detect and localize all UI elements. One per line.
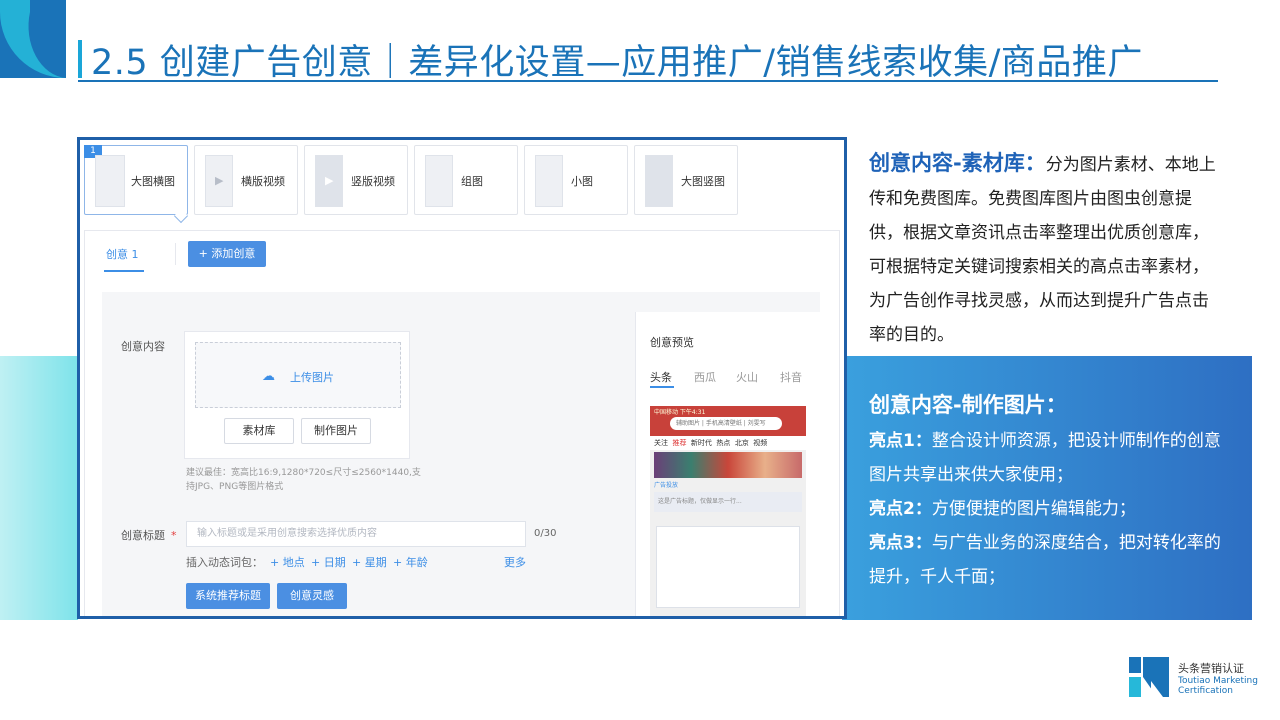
format-card-horizontal-video[interactable]: ▶ 横版视频 [194,145,298,215]
upload-image-link[interactable]: 上传图片 [290,369,334,385]
toutiao-logo-icon [1129,657,1169,697]
format-label: 竖版视频 [351,175,395,188]
video-thumb-icon: ▶ [205,155,233,207]
upload-dropzone[interactable]: ☁ 上传图片 [195,342,401,408]
creative-preview-panel: 创意预览 头条 西瓜 火山 抖音 中国移动 下午4:31 辅助图片 | 手机高清… [635,312,820,616]
dynamic-word-date[interactable]: + 日期 [311,554,346,570]
format-card-small-image[interactable]: 小图 [524,145,628,215]
creative-content-label: 创意内容 [121,340,165,353]
format-label: 大图竖图 [681,175,725,188]
dynamic-word-location[interactable]: + 地点 [270,554,305,570]
format-card-group-image[interactable]: 组图 [414,145,518,215]
phone-ad-tag: 广告投放 [654,482,679,489]
upload-hint: 建议最佳：宽高比16:9,1280*720≤尺寸≤2560*1440,支持JPG… [186,468,421,492]
creative-title-label: 创意标题 * [121,529,177,542]
large-horizontal-thumb-icon [95,155,125,207]
highlight-1: 亮点1：整合设计师资源，把设计师制作的创意图片共享出来供大家使用； [869,431,1221,485]
format-label: 组图 [461,175,483,188]
dynamic-words-label: 插入动态词包： [186,556,263,569]
preview-tab-huoshan[interactable]: 火山 [736,369,758,385]
phone-search-bar: 辅助图片 | 手机高清壁纸 | 刘雯写 [670,417,782,430]
make-image-heading: 创意内容-制作图片： [869,393,1067,417]
ui-screenshot: 1 大图横图 ▶ 横版视频 ▶ 竖版视频 组图 小图 大图竖图 创意 1 + 添… [77,137,847,619]
phone-mockup: 中国移动 下午4:31 辅助图片 | 手机高清壁纸 | 刘雯写 关注 推荐 新时… [650,406,806,616]
phone-ad-title: 这是广告标题，仅做显示一行... [654,492,802,512]
format-card-vertical-video[interactable]: ▶ 竖版视频 [304,145,408,215]
logo-english-name: Toutiao Marketing Certification [1178,676,1258,696]
make-image-button[interactable]: 制作图片 [301,418,371,444]
dynamic-word-age[interactable]: + 年龄 [393,554,428,570]
group-image-thumb-icon [425,155,453,207]
make-image-description: 创意内容-制作图片： 亮点1：整合设计师资源，把设计师制作的创意图片共享出来供大… [869,388,1225,594]
material-library-description: 创意内容-素材库：分为图片素材、本地上传和免费图库。免费图库图片由图虫创意提供，… [869,146,1217,352]
preview-tab-toutiao[interactable]: 头条 [650,369,672,385]
phone-status-bar: 中国移动 下午4:31 [654,409,706,416]
preview-tab-xigua[interactable]: 西瓜 [694,369,716,385]
large-vertical-thumb-icon [645,155,673,207]
left-color-band [0,356,78,620]
format-card-large-vertical[interactable]: 大图竖图 [634,145,738,215]
title-underline [78,80,1218,82]
required-mark: * [171,529,177,542]
title-accent-bar [78,40,82,78]
logo-chinese-name: 头条营销认证 [1178,662,1244,675]
phone-ad-image [654,452,802,478]
phone-nav: 关注 推荐 新时代 热点 北京 视频 [650,436,806,450]
creative-title-input[interactable]: 输入标题或是采用创意搜索选择优质内容 [186,521,526,547]
slide-title: 2.5 创建广告创意｜差异化设置—应用推广/销售线索收集/商品推广 [91,43,1143,83]
title-char-counter: 0/30 [534,528,557,539]
corner-decoration [0,0,66,78]
highlight-3: 亮点3：与广告业务的深度结合，把对转化率的提升，千人千面； [869,533,1221,587]
add-creative-button[interactable]: + 添加创意 [188,241,266,267]
material-library-button[interactable]: 素材库 [224,418,294,444]
small-image-thumb-icon [535,155,563,207]
phone-header: 中国移动 下午4:31 辅助图片 | 手机高清壁纸 | 刘雯写 [650,406,806,436]
vertical-video-thumb-icon: ▶ [315,155,343,207]
material-library-body: 分为图片素材、本地上传和免费图库。免费图库图片由图虫创意提供，根据文章资讯点击率… [869,155,1216,345]
upload-box: ☁ 上传图片 素材库 制作图片 [184,331,410,459]
preview-tab-douyin[interactable]: 抖音 [780,369,802,385]
dynamic-word-weekday[interactable]: + 星期 [352,554,387,570]
material-library-heading: 创意内容-素材库： [869,151,1046,175]
highlight-2: 亮点2：方便便捷的图片编辑能力； [869,499,1136,519]
cloud-upload-icon: ☁ [262,369,275,384]
active-tab-indicator [104,270,144,272]
phone-content-box [656,526,800,608]
creative-inspiration-button[interactable]: 创意灵感 [277,583,347,609]
preview-tab-indicator [650,386,674,388]
format-label: 小图 [571,175,593,188]
preview-title: 创意预览 [650,336,694,349]
format-card-large-horizontal[interactable]: 1 大图横图 [84,145,188,215]
tab-creative-1[interactable]: 创意 1 [106,246,139,262]
tab-separator [175,243,176,265]
format-label: 大图横图 [131,175,175,188]
more-words-link[interactable]: 更多 [504,554,526,570]
recommend-title-button[interactable]: 系统推荐标题 [186,583,270,609]
format-label: 横版视频 [241,175,285,188]
